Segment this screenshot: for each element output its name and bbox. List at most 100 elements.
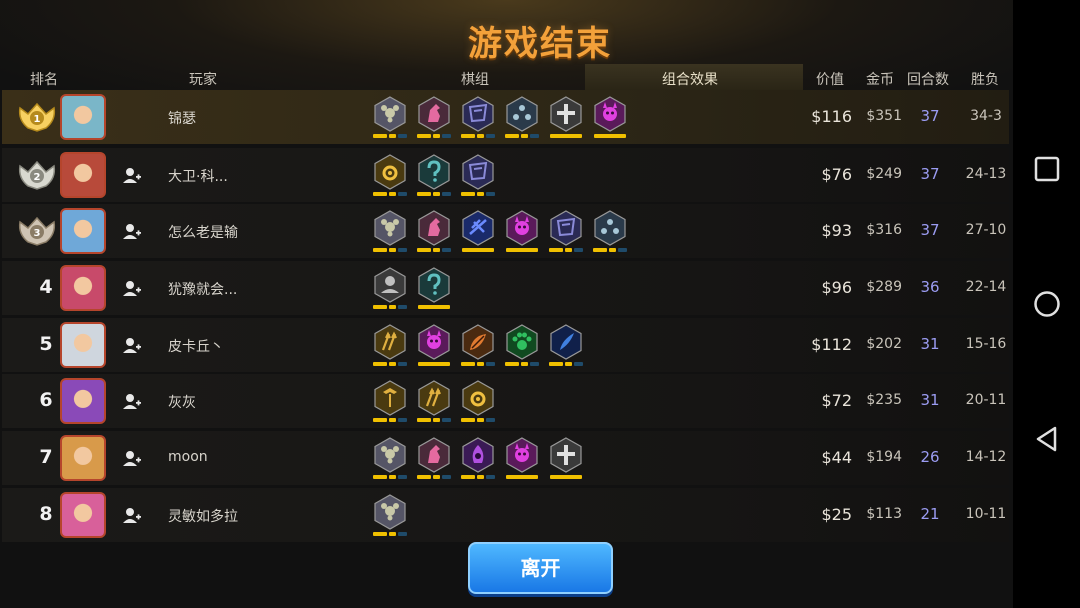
trait-level-pip xyxy=(373,305,387,309)
trait-level-pip xyxy=(618,248,627,252)
trait-badge[interactable] xyxy=(548,324,584,368)
trait-badge[interactable] xyxy=(460,210,496,254)
trait-badge[interactable] xyxy=(416,380,452,424)
add-friend-icon[interactable] xyxy=(122,448,142,468)
player-avatar[interactable] xyxy=(60,208,106,254)
trait-badge[interactable] xyxy=(416,154,452,198)
player-gold: $202 xyxy=(866,336,902,352)
demon-icon xyxy=(418,324,450,360)
trait-level-pip xyxy=(433,134,440,138)
trait-level-pip xyxy=(505,134,519,138)
rank-number: 8 xyxy=(39,503,53,525)
player-name: 锦瑟 xyxy=(168,111,196,127)
trait-badge[interactable] xyxy=(548,437,584,481)
trait-level-pip xyxy=(433,192,440,196)
player-avatar[interactable] xyxy=(60,322,106,368)
android-nav-bar xyxy=(1013,0,1080,608)
player-record: 20-11 xyxy=(965,392,1007,408)
leave-button[interactable]: 离开 xyxy=(468,542,613,594)
trait-badge[interactable] xyxy=(460,437,496,481)
player-record: 24-13 xyxy=(965,166,1007,182)
goblin-icon xyxy=(374,96,406,132)
add-friend-icon[interactable] xyxy=(122,505,142,525)
svg-text:2: 2 xyxy=(34,172,41,183)
player-gold: $316 xyxy=(866,222,902,238)
trait-badge[interactable] xyxy=(504,210,540,254)
trait-badge[interactable] xyxy=(416,210,452,254)
player-avatar[interactable] xyxy=(60,152,106,198)
player-record: 22-14 xyxy=(965,279,1007,295)
player-rounds: 37 xyxy=(920,165,940,183)
trait-level-pip xyxy=(550,134,582,138)
recent-apps-icon[interactable] xyxy=(1033,155,1061,183)
trait-badge[interactable] xyxy=(460,380,496,424)
trait-level-pip xyxy=(486,134,495,138)
trait-badge[interactable] xyxy=(372,210,408,254)
trait-level-pip xyxy=(477,134,484,138)
rank-number: 5 xyxy=(39,333,53,355)
home-icon[interactable] xyxy=(1033,290,1061,318)
trait-badge[interactable] xyxy=(460,96,496,140)
naga-icon xyxy=(550,324,582,360)
player-record: 27-10 xyxy=(965,222,1007,238)
player-row[interactable]: 4 犹豫就会... $96 $289 36 22-14 xyxy=(2,261,1009,315)
beast-paw-icon xyxy=(506,324,538,360)
trait-level-pip xyxy=(461,475,475,479)
player-avatar[interactable] xyxy=(60,492,106,538)
player-row[interactable]: 5 皮卡丘丶 $112 $202 31 15-16 xyxy=(2,318,1009,372)
trait-badge[interactable] xyxy=(416,437,452,481)
beast-icon xyxy=(374,154,406,190)
player-row[interactable]: 6 灰灰 $72 $235 31 20-11 xyxy=(2,374,1009,428)
player-row[interactable]: 3 怎么老是输 $93 $316 37 27-10 xyxy=(2,204,1009,258)
header-combo[interactable]: 组合效果 xyxy=(640,69,740,89)
player-rounds: 26 xyxy=(920,448,940,466)
player-row[interactable]: 2 大卫·科... $76 $249 37 24-13 xyxy=(2,148,1009,202)
trait-badge[interactable] xyxy=(416,324,452,368)
trait-level-pip xyxy=(594,134,626,138)
player-row[interactable]: 8 灵敏如多拉 $25 $113 21 10-11 xyxy=(2,488,1009,542)
player-value: $112 xyxy=(811,335,852,354)
trait-level-pip xyxy=(373,192,387,196)
player-value: $93 xyxy=(821,221,852,240)
player-avatar[interactable] xyxy=(60,94,106,140)
add-friend-icon[interactable] xyxy=(122,391,142,411)
player-avatar[interactable] xyxy=(60,378,106,424)
player-row[interactable]: 7 moon $44 $194 26 14-12 xyxy=(2,431,1009,485)
trait-level-pip xyxy=(398,248,407,252)
trait-badge[interactable] xyxy=(592,96,628,140)
trait-badge[interactable] xyxy=(372,437,408,481)
trait-badge[interactable] xyxy=(372,96,408,140)
trait-badge[interactable] xyxy=(372,154,408,198)
player-gold: $249 xyxy=(866,166,902,182)
player-avatar[interactable] xyxy=(60,265,106,311)
trait-badge[interactable] xyxy=(504,96,540,140)
add-friend-icon[interactable] xyxy=(122,165,142,185)
player-value: $76 xyxy=(821,165,852,184)
trait-badge[interactable] xyxy=(460,154,496,198)
add-friend-icon[interactable] xyxy=(122,335,142,355)
trait-badge[interactable] xyxy=(592,210,628,254)
trait-badge[interactable] xyxy=(504,437,540,481)
troll-icon xyxy=(594,210,626,246)
trait-badge[interactable] xyxy=(416,96,452,140)
trait-badge[interactable] xyxy=(372,380,408,424)
player-record: 34-3 xyxy=(970,108,1002,124)
beast-icon xyxy=(462,380,494,416)
back-icon[interactable] xyxy=(1033,425,1061,453)
trait-level-pip xyxy=(398,192,407,196)
player-rounds: 31 xyxy=(920,335,940,353)
player-row[interactable]: 1 锦瑟 $116 $351 37 34-3 xyxy=(2,90,1009,144)
player-avatar[interactable] xyxy=(60,435,106,481)
add-friend-icon[interactable] xyxy=(122,278,142,298)
knight-icon xyxy=(418,210,450,246)
trait-badge[interactable] xyxy=(460,324,496,368)
trait-badge[interactable] xyxy=(504,324,540,368)
trait-badge[interactable] xyxy=(416,267,452,311)
trait-badge[interactable] xyxy=(372,324,408,368)
trait-badge[interactable] xyxy=(548,210,584,254)
trait-badge[interactable] xyxy=(372,267,408,311)
add-friend-icon[interactable] xyxy=(122,221,142,241)
trait-badge[interactable] xyxy=(372,494,408,538)
trait-level-pip xyxy=(565,362,572,366)
trait-badge[interactable] xyxy=(548,96,584,140)
